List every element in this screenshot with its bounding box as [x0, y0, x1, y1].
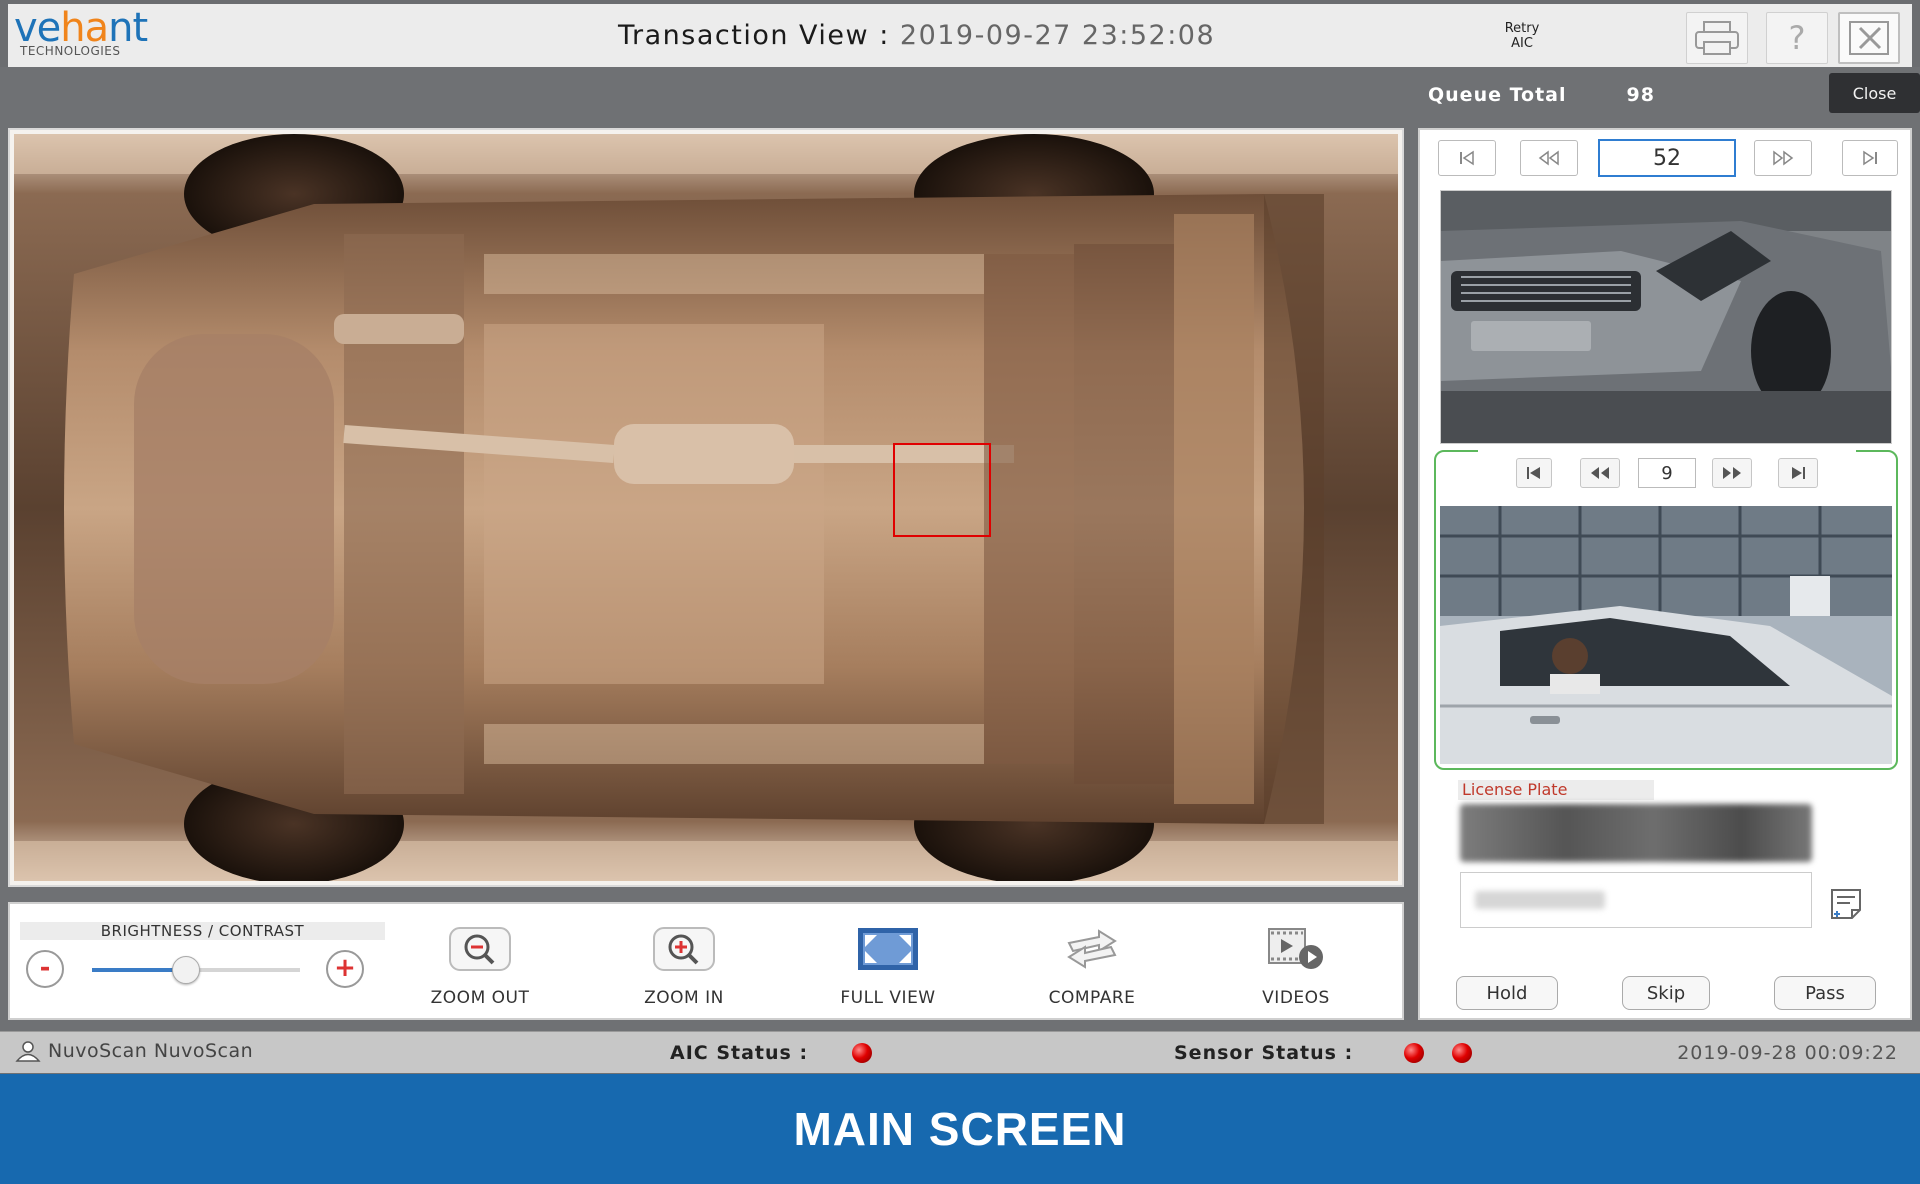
close-button[interactable]	[1838, 12, 1900, 64]
help-icon: ?	[1788, 19, 1806, 57]
title-bar-inner: vehant TECHNOLOGIES Transaction View : 2…	[8, 4, 1912, 67]
current-user: NuvoScan NuvoScan	[14, 1040, 253, 1062]
title-separator: :	[869, 20, 900, 51]
brightness-increase-button[interactable]: +	[326, 950, 364, 988]
compare-icon	[1067, 929, 1117, 969]
license-plate-input[interactable]	[1460, 872, 1812, 928]
last-icon	[1863, 150, 1877, 166]
screen-caption-banner: MAIN SCREEN	[0, 1074, 1920, 1184]
camera-prev-button[interactable]	[1580, 458, 1620, 488]
license-plate-image	[1460, 804, 1812, 862]
retry-sub-label: AIC	[1511, 36, 1533, 51]
queue-total-label: Queue Total	[1428, 84, 1567, 106]
vehant-logo: vehant TECHNOLOGIES	[14, 8, 174, 64]
videos-label: VIDEOS	[1262, 988, 1330, 1008]
close-icon	[1849, 21, 1889, 55]
videos-icon	[1268, 928, 1323, 969]
camera-first-button[interactable]	[1516, 458, 1552, 488]
logo-subtitle: TECHNOLOGIES	[20, 44, 121, 58]
brightness-contrast-label: BRIGHTNESS / CONTRAST	[20, 922, 385, 940]
screen-caption: MAIN SCREEN	[793, 1103, 1127, 1155]
camera-next-button[interactable]	[1712, 458, 1752, 488]
zoom-out-button[interactable]: ZOOM OUT	[415, 924, 545, 1008]
help-button[interactable]: ?	[1766, 12, 1828, 64]
queue-total: Queue Total 98	[1428, 84, 1655, 106]
sensor-status-indicator-2	[1452, 1043, 1472, 1063]
current-datetime: 2019-09-28 00:09:22	[1677, 1042, 1898, 1064]
user-name: NuvoScan NuvoScan	[48, 1040, 254, 1062]
driver-photo[interactable]	[1440, 506, 1892, 764]
print-button[interactable]	[1686, 12, 1748, 64]
first-icon	[1527, 467, 1540, 479]
full-view-icon	[858, 928, 918, 970]
videos-button[interactable]: VIDEOS	[1231, 924, 1361, 1008]
prev-icon	[1538, 150, 1559, 166]
license-plate-text-redacted	[1475, 891, 1605, 909]
aic-status-indicator	[852, 1043, 872, 1063]
image-next-button[interactable]	[1754, 140, 1812, 176]
image-last-button[interactable]	[1842, 140, 1898, 176]
skip-button[interactable]: Skip	[1622, 976, 1710, 1010]
title-label: Transaction View	[618, 20, 870, 51]
transaction-side-panel: 52 9 License Plate Hold Skip Pass	[1418, 128, 1912, 1020]
brightness-slider[interactable]	[92, 956, 300, 984]
zoom-in-button[interactable]: ZOOM IN	[619, 924, 749, 1008]
retry-label: Retry	[1504, 21, 1540, 36]
compare-button[interactable]: COMPARE	[1027, 924, 1157, 1008]
queue-total-value: 98	[1626, 84, 1655, 106]
full-view-button[interactable]: FULL VIEW	[823, 924, 953, 1008]
driver-image	[1440, 506, 1892, 764]
next-icon	[1773, 150, 1794, 166]
transaction-timestamp: 2019-09-27 23:52:08	[899, 20, 1216, 51]
status-bar: NuvoScan NuvoScan AIC Status : Sensor St…	[0, 1031, 1920, 1073]
camera-index-input[interactable]: 9	[1638, 458, 1696, 488]
license-plate-label: License Plate	[1458, 780, 1654, 800]
note-icon	[1831, 889, 1861, 919]
image-first-button[interactable]	[1438, 140, 1496, 176]
sensor-status-label: Sensor Status :	[1174, 1042, 1354, 1064]
edit-note-button[interactable]	[1828, 886, 1864, 922]
image-index-input[interactable]: 52	[1598, 139, 1736, 177]
image-toolbar: BRIGHTNESS / CONTRAST - + ZOOM OUT ZOOM …	[8, 902, 1404, 1020]
image-prev-button[interactable]	[1520, 140, 1578, 176]
compare-label: COMPARE	[1048, 988, 1136, 1008]
zoom-in-icon	[653, 927, 715, 971]
close-tooltip: Close	[1829, 73, 1920, 113]
undercarriage-image[interactable]	[14, 134, 1398, 881]
zoom-out-icon	[449, 927, 511, 971]
pass-button[interactable]: Pass	[1774, 976, 1876, 1010]
undercarriage-scan	[14, 134, 1398, 881]
title-bar: vehant TECHNOLOGIES Transaction View : 2…	[0, 0, 1920, 67]
retry-aic-button[interactable]: Retry AIC	[1492, 21, 1552, 51]
last-icon	[1792, 467, 1805, 479]
logo-wordmark: vehant	[14, 8, 174, 48]
zoom-in-label: ZOOM IN	[644, 988, 724, 1008]
vehicle-front-image	[1441, 191, 1891, 443]
prev-icon	[1591, 467, 1609, 479]
vehicle-front-photo[interactable]	[1440, 190, 1892, 444]
undercarriage-viewer[interactable]	[8, 128, 1404, 887]
hold-button[interactable]: Hold	[1456, 976, 1558, 1010]
first-icon	[1460, 150, 1474, 166]
full-view-label: FULL VIEW	[840, 988, 936, 1008]
brightness-slider-handle[interactable]	[171, 956, 200, 984]
zoom-out-label: ZOOM OUT	[430, 988, 530, 1008]
printer-icon	[1695, 21, 1739, 55]
brightness-decrease-button[interactable]: -	[26, 950, 64, 988]
user-icon	[15, 1041, 41, 1062]
camera-last-button[interactable]	[1778, 458, 1818, 488]
aic-status-label: AIC Status :	[670, 1042, 809, 1064]
page-title: Transaction View : 2019-09-27 23:52:08	[618, 20, 1215, 51]
sensor-status-indicator-1	[1404, 1043, 1424, 1063]
next-icon	[1723, 467, 1741, 479]
